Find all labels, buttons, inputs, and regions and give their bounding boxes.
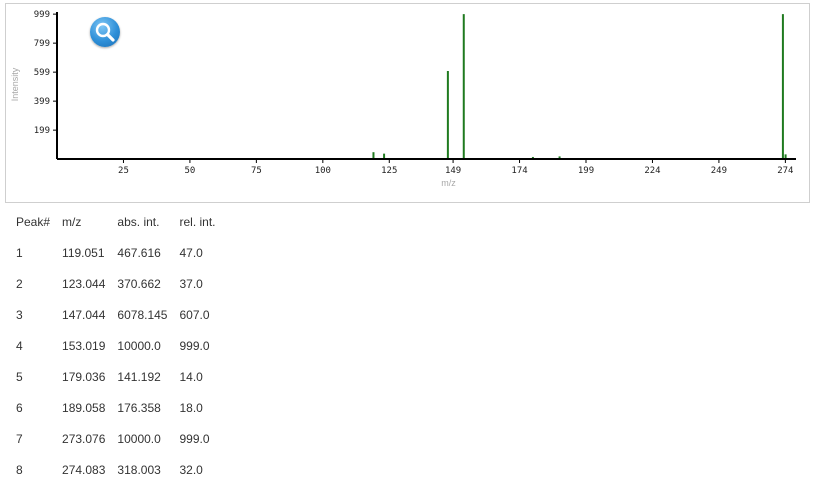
magnifier-icon [95,22,115,42]
x-tick-label: 50 [184,166,195,176]
x-tick-label: 100 [315,166,331,176]
y-tick-label: 199 [34,126,50,136]
cell-rel-int: 32.0 [179,462,203,477]
cell-mz: 273.076 [62,431,106,446]
cell-peak: 2 [16,276,23,291]
cell-abs-int: 6078.145 [117,307,168,322]
cell-abs-int: 176.358 [117,400,161,415]
table-row: 6 189.058 176.358 18.0 [10,392,222,423]
cell-abs-int: 10000.0 [117,338,161,353]
cell-mz: 274.083 [62,462,106,477]
peak-table: Peak# m/z abs. int. rel. int. 1 119.051 46… [10,207,222,485]
cell-rel-int: 47.0 [179,245,203,260]
header-mz: m/z [62,215,82,229]
cell-rel-int: 999.0 [179,338,210,353]
cell-peak: 3 [16,307,23,322]
x-tick-label: 125 [381,166,397,176]
cell-rel-int: 37.0 [179,276,203,291]
y-tick-label: 599 [34,68,50,78]
mass-spectrum-chart[interactable]: 199 399 599 799 999 25 50 75 100 125 149 174 199 224 2… [6,4,811,204]
cell-rel-int: 999.0 [179,431,210,446]
x-tick-label: 249 [711,166,727,176]
header-abs-int: abs. int. [117,215,160,229]
table-row: 2 123.044 370.662 37.0 [10,268,222,299]
header-peak: Peak# [16,215,51,229]
table-header-row: Peak# m/z abs. int. rel. int. [10,207,222,237]
cell-mz: 179.036 [62,369,106,384]
cell-abs-int: 318.003 [117,462,161,477]
table-row: 5 179.036 141.192 14.0 [10,361,222,392]
zoom-button[interactable] [90,17,120,47]
cell-mz: 119.051 [62,245,105,260]
cell-abs-int: 467.616 [117,245,161,260]
header-rel-int: rel. int. [179,215,216,229]
cell-peak: 6 [16,400,23,415]
cell-abs-int: 141.192 [117,369,161,384]
table-row: 4 153.019 10000.0 999.0 [10,330,222,361]
x-tick-label: 199 [578,166,594,176]
cell-peak: 4 [16,338,23,353]
cell-mz: 147.044 [62,307,106,322]
cell-mz: 189.058 [62,400,106,415]
table-row: 8 274.083 318.003 32.0 [10,454,222,485]
cell-peak: 7 [16,431,23,446]
cell-peak: 5 [16,369,23,384]
cell-abs-int: 370.662 [117,276,161,291]
cell-rel-int: 18.0 [179,400,203,415]
cell-abs-int: 10000.0 [117,431,161,446]
cell-rel-int: 607.0 [179,307,210,322]
x-tick-label: 25 [118,166,129,176]
cell-mz: 153.019 [62,338,106,353]
table-row: 7 273.076 10000.0 999.0 [10,423,222,454]
y-axis-title: Intensity [10,67,20,101]
x-tick-label: 75 [251,166,262,176]
cell-peak: 8 [16,462,23,477]
cell-rel-int: 14.0 [179,369,203,384]
cell-mz: 123.044 [62,276,106,291]
y-tick-label: 999 [34,10,50,20]
x-axis-title: m/z [441,178,456,188]
spectrum-panel: 199 399 599 799 999 25 50 75 100 125 149 174 199 224 2… [5,3,810,203]
table-row: 3 147.044 6078.145 607.0 [10,299,222,330]
x-tick-label: 274 [777,166,793,176]
cell-peak: 1 [16,245,23,260]
x-tick-label: 174 [511,166,527,176]
y-tick-label: 399 [34,97,50,107]
y-tick-label: 799 [34,39,50,49]
x-tick-label: 149 [445,166,461,176]
table-row: 1 119.051 467.616 47.0 [10,237,222,268]
x-tick-label: 224 [644,166,660,176]
